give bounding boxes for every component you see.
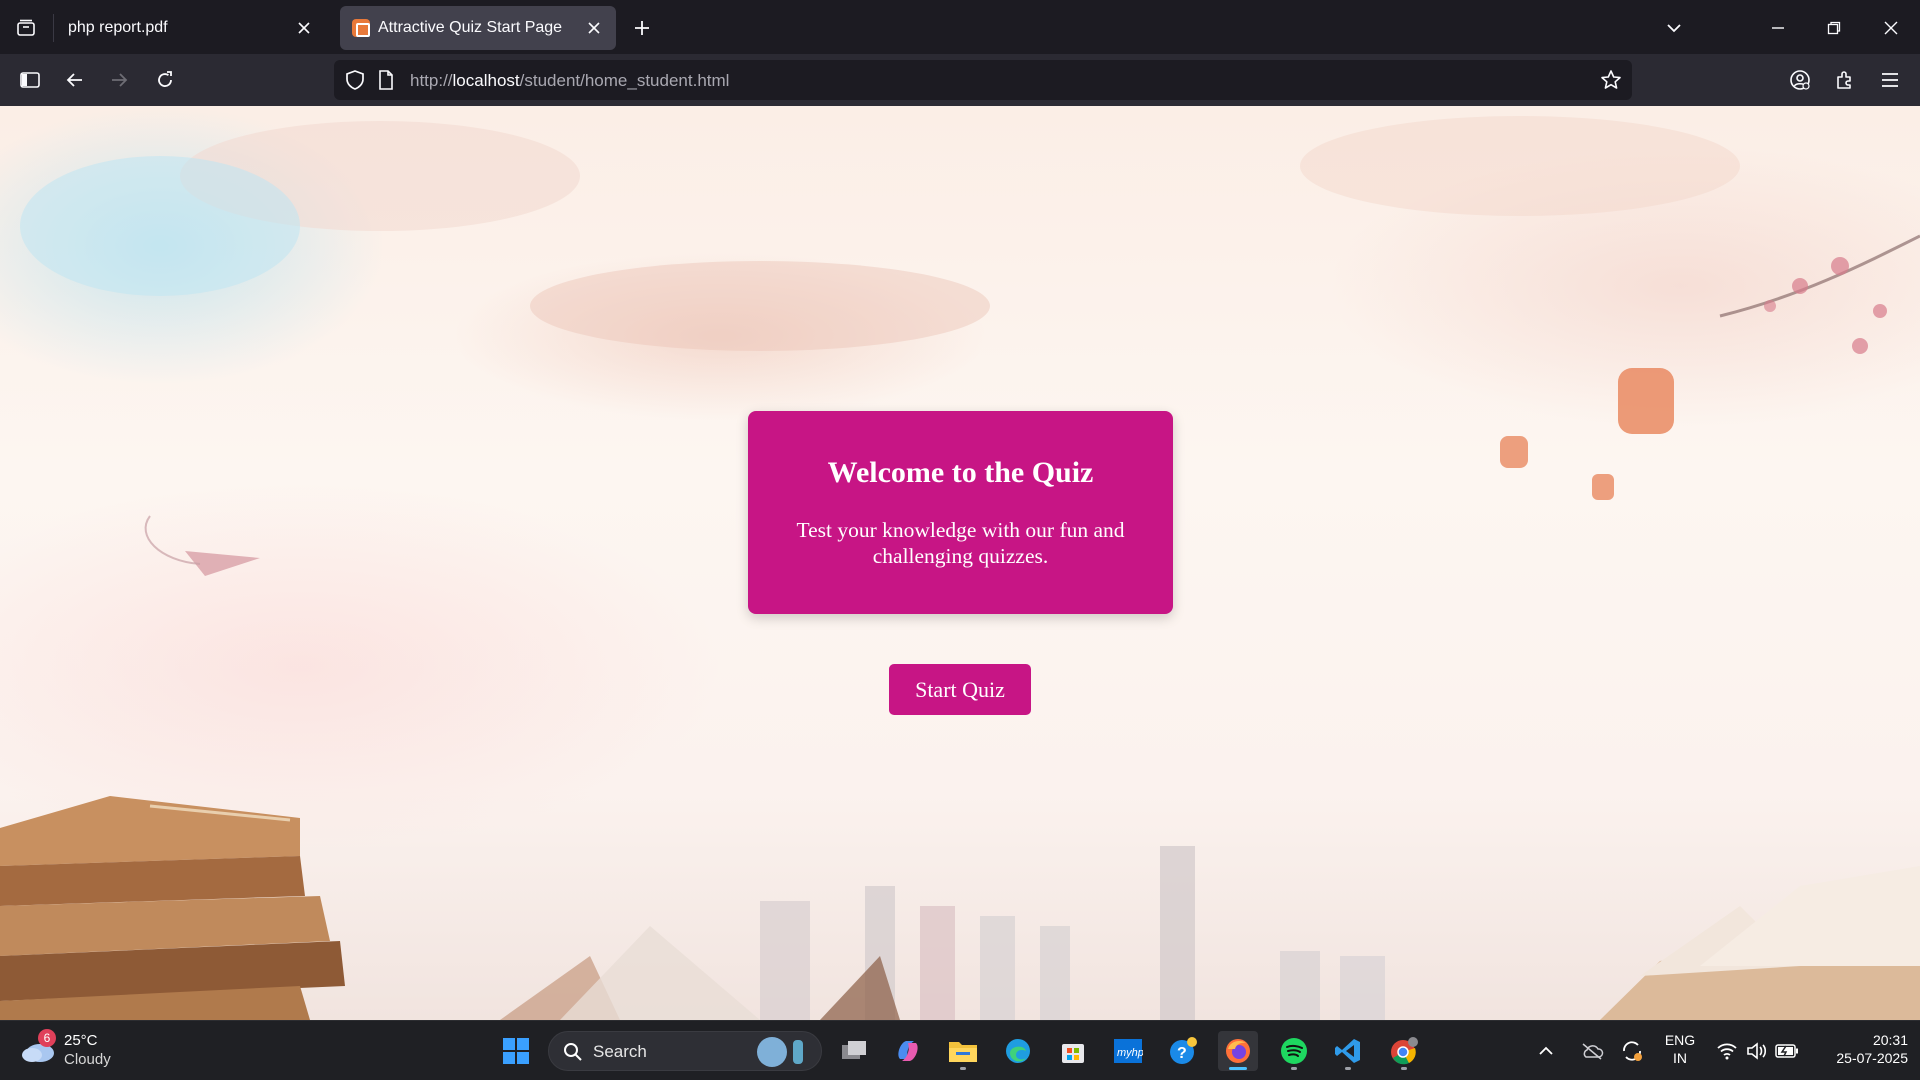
windows-taskbar: 6 25°C Cloudy Search myhp ? ENG IN 20:31… <box>0 1020 1920 1080</box>
welcome-description: Test your knowledge with our fun and cha… <box>796 518 1125 568</box>
url-scheme: http:// <box>410 71 453 90</box>
url-text[interactable]: http://localhost/student/home_student.ht… <box>410 71 729 91</box>
weather-temperature: 25°C <box>64 1032 98 1049</box>
region-code: IN <box>1673 1050 1687 1066</box>
weather-widget[interactable]: 6 25°C Cloudy <box>20 1029 140 1073</box>
tab-php-report[interactable]: php report.pdf <box>54 6 326 50</box>
tab-quiz-start-page[interactable]: Attractive Quiz Start Page <box>340 6 616 50</box>
xampp-favicon-icon <box>352 19 370 37</box>
new-tab-icon[interactable] <box>628 14 656 42</box>
copilot-icon[interactable] <box>888 1031 928 1071</box>
clock[interactable]: 20:31 25-07-2025 <box>1812 1031 1908 1067</box>
weather-condition: Cloudy <box>64 1051 111 1068</box>
close-icon[interactable] <box>292 16 316 40</box>
firefox-icon[interactable] <box>1218 1031 1258 1071</box>
browser-nav-bar: http://localhost/student/home_student.ht… <box>0 54 1920 106</box>
search-icon <box>563 1042 583 1067</box>
vscode-icon[interactable] <box>1328 1031 1368 1071</box>
menu-hamburger-icon[interactable] <box>1874 64 1906 96</box>
language-indicator[interactable]: ENG IN <box>1660 1031 1700 1067</box>
running-indicator <box>1401 1067 1407 1070</box>
page-info-icon[interactable] <box>378 70 394 95</box>
svg-text:myhp: myhp <box>1117 1047 1143 1059</box>
tab-title: Attractive Quiz Start Page <box>378 19 563 36</box>
tracking-protection-shield-icon[interactable] <box>344 69 366 96</box>
task-view-icon[interactable] <box>834 1031 874 1071</box>
reload-icon[interactable] <box>149 64 181 96</box>
wifi-icon[interactable] <box>1714 1031 1740 1071</box>
account-icon[interactable] <box>1784 64 1816 96</box>
sidebar-toggle-icon[interactable] <box>14 64 46 96</box>
sync-update-icon[interactable] <box>1618 1031 1646 1071</box>
start-quiz-button[interactable]: Start Quiz <box>889 664 1031 715</box>
running-indicator <box>1345 1067 1351 1070</box>
microsoft-store-icon[interactable] <box>1053 1031 1093 1071</box>
list-all-tabs-chevron-icon[interactable] <box>1658 12 1690 44</box>
welcome-card: Welcome to the Quiz Test your knowledge … <box>748 411 1173 614</box>
extensions-puzzle-icon[interactable] <box>1829 64 1861 96</box>
minimize-icon[interactable] <box>1762 12 1794 44</box>
url-path: /student/home_student.html <box>519 71 730 90</box>
file-explorer-icon[interactable] <box>943 1031 983 1071</box>
battery-charging-icon[interactable] <box>1774 1031 1800 1071</box>
get-help-icon[interactable]: ? <box>1164 1031 1204 1071</box>
language-code: ENG <box>1664 1032 1696 1048</box>
tab-title: php report.pdf <box>68 19 168 36</box>
taskbar-search[interactable]: Search <box>548 1031 822 1071</box>
running-indicator <box>1291 1067 1297 1070</box>
forward-arrow-icon[interactable] <box>103 64 135 96</box>
clock-date: 25-07-2025 <box>1836 1050 1908 1066</box>
windows-start-icon[interactable] <box>496 1031 536 1071</box>
edge-browser-icon[interactable] <box>998 1031 1038 1071</box>
search-label: Search <box>593 1042 647 1061</box>
bookmark-star-icon[interactable] <box>1600 69 1622 96</box>
welcome-heading: Welcome to the Quiz <box>827 456 1094 489</box>
search-highlight-dna-icon <box>793 1040 803 1064</box>
back-arrow-icon[interactable] <box>59 64 91 96</box>
running-indicator <box>960 1067 966 1070</box>
volume-icon[interactable] <box>1744 1031 1770 1071</box>
tab-list-icon[interactable] <box>10 12 42 44</box>
spotify-icon[interactable] <box>1274 1031 1314 1071</box>
weather-alert-badge: 6 <box>38 1029 56 1047</box>
browser-tab-bar: php report.pdf Attractive Quiz Start Pag… <box>0 0 1920 54</box>
search-highlight-icon <box>757 1037 787 1067</box>
close-window-icon[interactable] <box>1875 12 1907 44</box>
clock-time: 20:31 <box>1872 1032 1908 1048</box>
chrome-icon[interactable] <box>1384 1031 1424 1071</box>
close-icon[interactable] <box>582 16 606 40</box>
svg-text:?: ? <box>1177 1045 1187 1062</box>
url-host: localhost <box>452 71 520 90</box>
restore-icon[interactable] <box>1818 12 1850 44</box>
address-bar[interactable]: http://localhost/student/home_student.ht… <box>334 60 1632 100</box>
quiz-start-page: Welcome to the Quiz Test your knowledge … <box>0 106 1920 1020</box>
onedrive-offline-icon[interactable] <box>1578 1031 1606 1071</box>
show-hidden-icons-chevron-icon[interactable] <box>1534 1031 1558 1071</box>
active-indicator <box>1229 1067 1247 1070</box>
myhp-icon[interactable]: myhp <box>1108 1031 1148 1071</box>
